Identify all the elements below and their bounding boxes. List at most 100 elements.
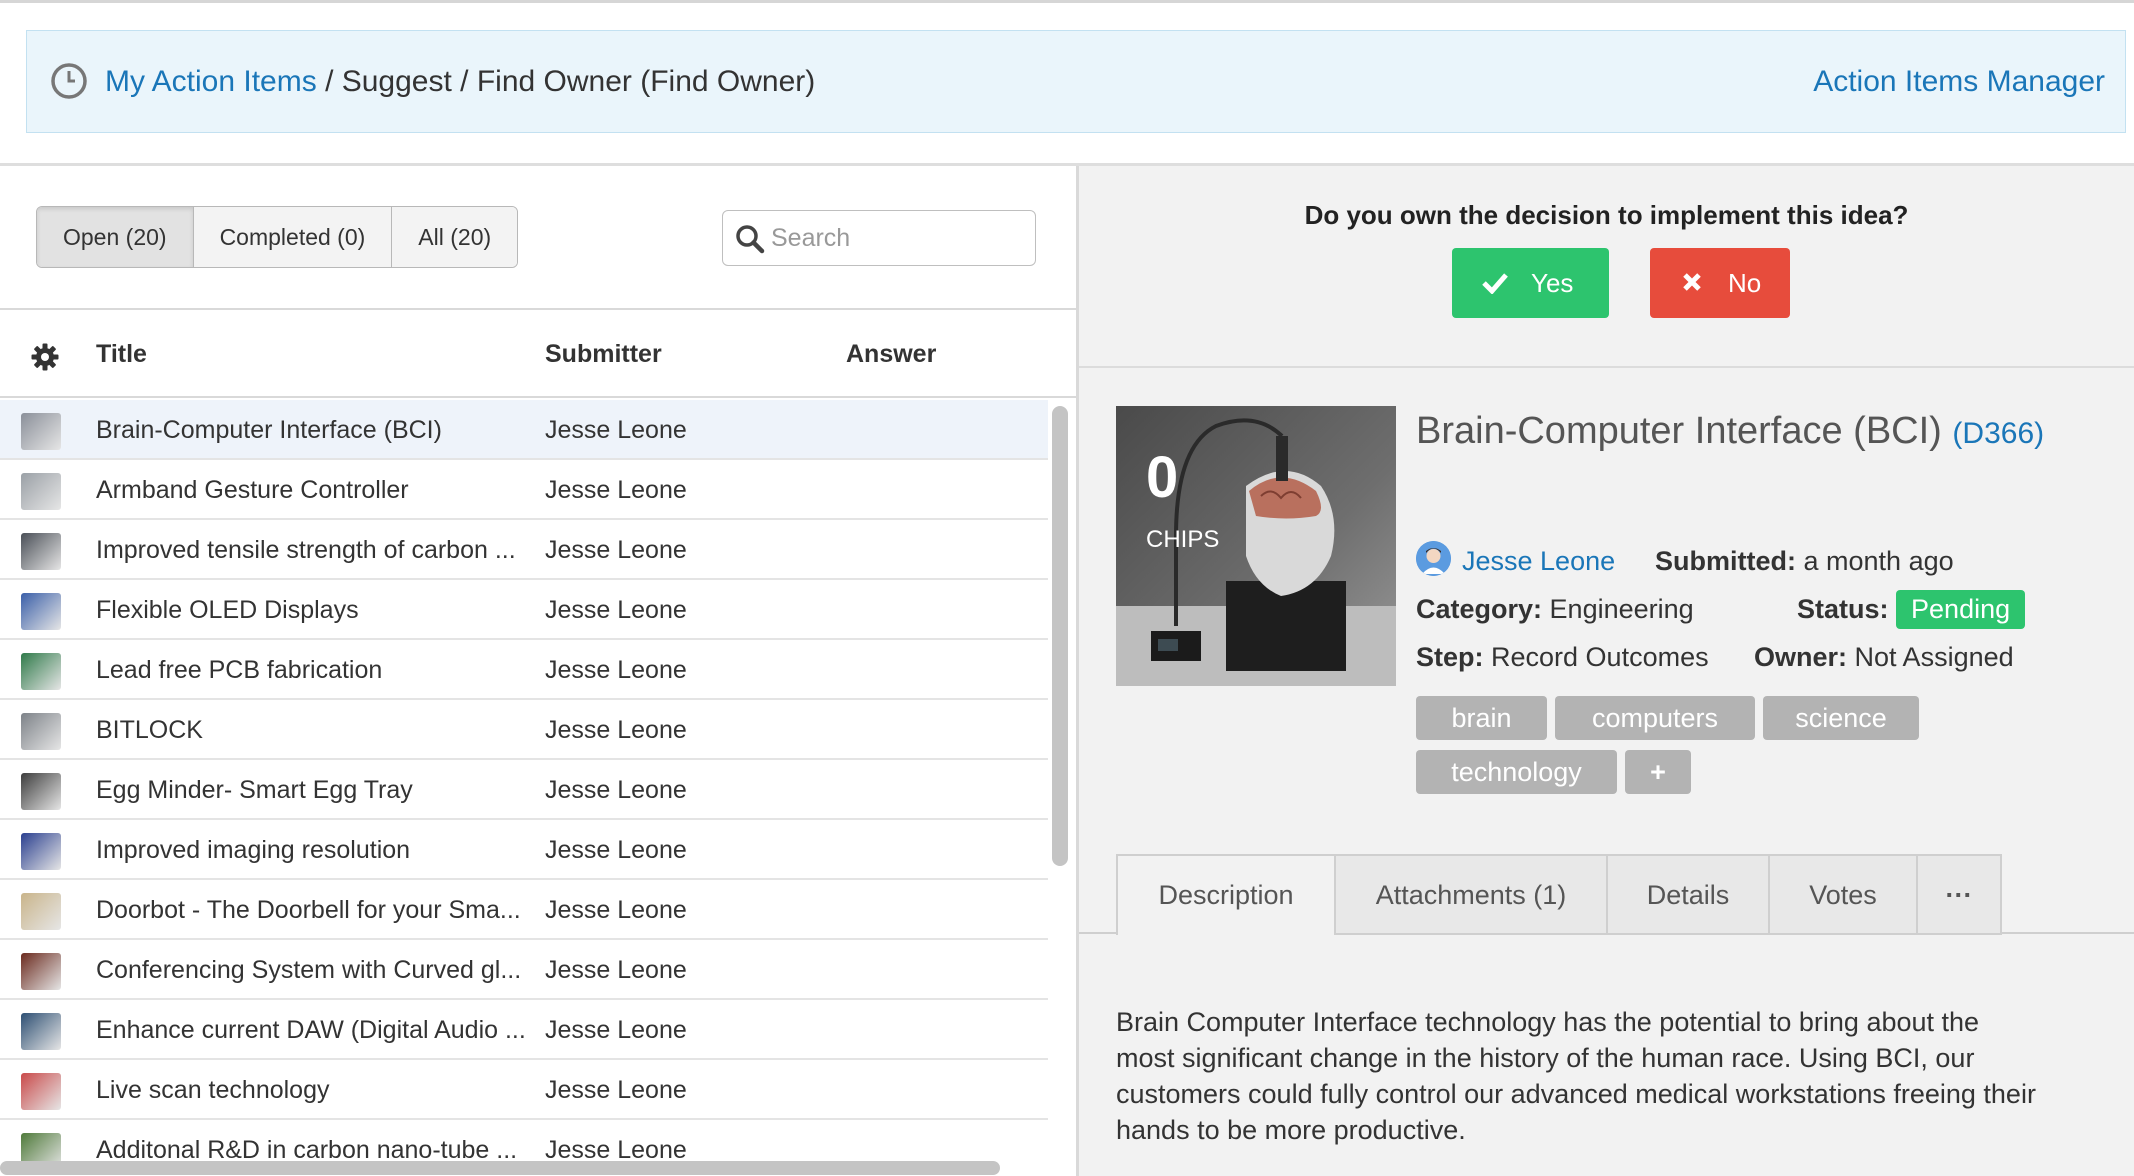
- column-header-answer[interactable]: Answer: [846, 340, 936, 369]
- active-tab-gap: [1118, 932, 1334, 934]
- category-info: Category: Engineering: [1416, 594, 1694, 624]
- search-input[interactable]: [771, 219, 1021, 257]
- table-row[interactable]: Live scan technology Jesse Leone: [0, 1060, 1048, 1120]
- tab-details[interactable]: Details: [1608, 854, 1770, 935]
- row-submitter: Jesse Leone: [545, 836, 687, 864]
- filter-all-button[interactable]: All (20): [392, 207, 518, 267]
- table-row[interactable]: Conferencing System with Curved gl... Jes…: [0, 940, 1048, 1000]
- decision-question: Do you own the decision to implement thi…: [1304, 200, 1909, 230]
- owner-info: Owner: Not Assigned: [1754, 642, 2014, 672]
- tag-computers[interactable]: computers: [1555, 696, 1755, 740]
- tab-more[interactable]: ···: [1918, 854, 2002, 935]
- table-header: Title Submitter Answer: [0, 310, 1076, 398]
- idea-code-open: (: [1952, 417, 1963, 450]
- idea-code-link[interactable]: D366: [1962, 417, 2034, 450]
- idea-code-close: ): [2034, 417, 2045, 450]
- row-submitter: Jesse Leone: [545, 656, 687, 684]
- tab-description[interactable]: Description: [1116, 854, 1336, 935]
- breadcrumb-path: / Suggest / Find Owner (Find Owner): [316, 65, 816, 98]
- row-title: Improved imaging resolution: [96, 836, 411, 864]
- status-badge: Pending: [1896, 590, 2026, 629]
- step-info: Step: Record Outcomes: [1416, 642, 1709, 672]
- idea-description: Brain Computer Interface technology has …: [1116, 1007, 2036, 1145]
- action-items-list-panel: Open (20) Completed (0) All (20) Search …: [0, 166, 1076, 1176]
- table-row[interactable]: Doorbot - The Doorbell for your Sma... Je…: [0, 880, 1048, 940]
- row-thumbnail: [21, 773, 61, 810]
- search-box: [722, 210, 1036, 266]
- table-row[interactable]: BITLOCK Jesse Leone: [0, 700, 1048, 760]
- row-thumbnail: [21, 533, 61, 570]
- submitted-info: Submitted: a month ago: [1655, 546, 1954, 576]
- table-row[interactable]: Flexible OLED Displays Jesse Leone: [0, 580, 1048, 640]
- search-icon: [736, 225, 765, 254]
- detail-tabs: Description Attachments (1) Details Vote…: [1116, 854, 2002, 935]
- gear-icon[interactable]: [30, 342, 60, 372]
- row-thumbnail: [21, 593, 61, 630]
- yes-button[interactable]: Yes: [1452, 248, 1609, 318]
- clock-icon: [51, 63, 87, 99]
- row-title: BITLOCK: [96, 716, 203, 744]
- row-submitter: Jesse Leone: [545, 536, 687, 564]
- row-title: Conferencing System with Curved gl...: [96, 956, 522, 984]
- row-submitter: Jesse Leone: [545, 596, 687, 624]
- column-header-title[interactable]: Title: [96, 340, 147, 369]
- row-title: Flexible OLED Displays: [96, 596, 359, 624]
- row-thumbnail: [21, 413, 61, 450]
- table-row[interactable]: Brain-Computer Interface (BCI) Jesse Leon…: [0, 400, 1048, 460]
- row-submitter: Jesse Leone: [545, 716, 687, 744]
- row-title: Armband Gesture Controller: [96, 476, 409, 504]
- vertical-scrollbar[interactable]: [1052, 406, 1068, 866]
- tab-attachments[interactable]: Attachments (1): [1336, 854, 1608, 935]
- table-row[interactable]: Lead free PCB fabrication Jesse Leone: [0, 640, 1048, 700]
- idea-title: Brain-Computer Interface (BCI) (D366): [1416, 410, 2044, 453]
- column-header-submitter[interactable]: Submitter: [545, 340, 662, 369]
- row-thumbnail: [21, 713, 61, 750]
- decision-divider: [1079, 366, 2134, 368]
- breadcrumb: My Action Items / Suggest / Find Owner (…: [105, 65, 815, 99]
- table-row[interactable]: Armband Gesture Controller Jesse Leone: [0, 460, 1048, 520]
- row-thumbnail: [21, 893, 61, 930]
- table-row[interactable]: Enhance current DAW (Digital Audio ... Je…: [0, 1000, 1048, 1060]
- table-row[interactable]: Improved imaging resolution Jesse Leone: [0, 820, 1048, 880]
- tag-technology[interactable]: technology: [1416, 750, 1617, 794]
- no-button-label: No: [1728, 268, 1762, 298]
- idea-image[interactable]: 0 CHIPS: [1116, 406, 1396, 686]
- check-icon: [1482, 273, 1508, 294]
- row-thumbnail: [21, 1013, 61, 1050]
- filter-completed-button[interactable]: Completed (0): [193, 207, 393, 267]
- breadcrumb-my-action-items[interactable]: My Action Items: [105, 65, 317, 98]
- idea-detail-panel: Do you own the decision to implement thi…: [1079, 166, 2134, 1176]
- avatar[interactable]: [1416, 541, 1451, 576]
- author-link[interactable]: Jesse Leone: [1462, 546, 1615, 577]
- tab-votes[interactable]: Votes: [1770, 854, 1918, 935]
- no-button[interactable]: No: [1650, 248, 1790, 318]
- row-title: Doorbot - The Doorbell for your Sma...: [96, 896, 521, 924]
- row-thumbnail: [21, 1073, 61, 1110]
- row-submitter: Jesse Leone: [545, 896, 687, 924]
- top-border: [0, 0, 2134, 3]
- idea-title-text: Brain-Computer Interface (BCI): [1416, 410, 1942, 452]
- close-icon: [1683, 273, 1701, 291]
- row-submitter: Jesse Leone: [545, 956, 687, 984]
- table-body: Brain-Computer Interface (BCI) Jesse Leon…: [0, 400, 1048, 1176]
- user-avatar-icon: [1416, 541, 1451, 576]
- row-thumbnail: [21, 653, 61, 690]
- row-title: Live scan technology: [96, 1076, 330, 1104]
- filter-button-group: Open (20) Completed (0) All (20): [36, 206, 519, 268]
- row-thumbnail: [21, 953, 61, 990]
- row-title: Improved tensile strength of carbon ...: [96, 536, 516, 564]
- page-header: My Action Items / Suggest / Find Owner (…: [26, 30, 2126, 133]
- table-row[interactable]: Egg Minder- Smart Egg Tray Jesse Leone: [0, 760, 1048, 820]
- table-row[interactable]: Improved tensile strength of carbon ... J…: [0, 520, 1048, 580]
- chips-label: CHIPS: [1146, 526, 1220, 553]
- horizontal-scrollbar[interactable]: [0, 1161, 1000, 1175]
- filter-open-button[interactable]: Open (20): [37, 207, 194, 267]
- add-tag-button[interactable]: +: [1625, 750, 1691, 794]
- row-submitter: Jesse Leone: [545, 1016, 687, 1044]
- row-submitter: Jesse Leone: [545, 416, 687, 444]
- row-title: Lead free PCB fabrication: [96, 656, 383, 684]
- tag-brain[interactable]: brain: [1416, 696, 1547, 740]
- action-items-manager-link[interactable]: Action Items Manager: [1813, 65, 2105, 99]
- row-submitter: Jesse Leone: [545, 476, 687, 504]
- tag-science[interactable]: science: [1763, 696, 1919, 740]
